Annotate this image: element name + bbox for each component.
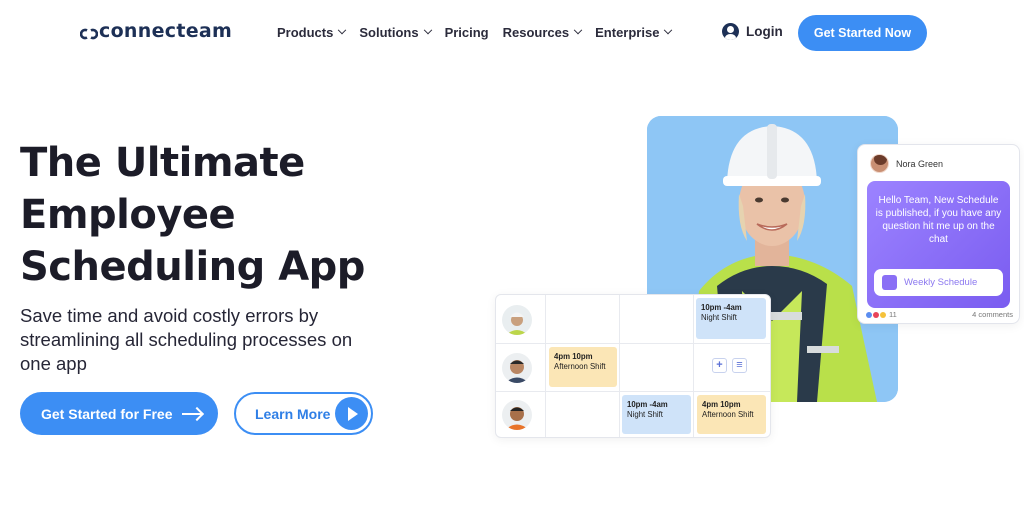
chat-footer: 11 4 comments bbox=[866, 310, 1013, 319]
like-icon bbox=[866, 311, 872, 318]
heart-icon bbox=[873, 311, 879, 318]
main-menu: Products Solutions Pricing Resources Ent… bbox=[277, 25, 685, 40]
reactions[interactable]: 11 bbox=[866, 310, 897, 319]
hero-title: The Ultimate Employee Scheduling App bbox=[20, 137, 380, 293]
learn-more-label: Learn More bbox=[255, 405, 331, 422]
nav-products-label: Products bbox=[277, 25, 334, 40]
learn-more-button[interactable]: Learn More bbox=[234, 392, 373, 435]
employee-avatar bbox=[502, 400, 532, 430]
grid-divider bbox=[693, 295, 694, 437]
connecteam-logo[interactable]: connecteam bbox=[79, 20, 233, 42]
menu-icon[interactable]: ≡ bbox=[732, 358, 747, 373]
comments-count[interactable]: 4 comments bbox=[972, 310, 1013, 319]
chat-author: Nora Green bbox=[870, 154, 943, 173]
add-shift-button[interactable]: + bbox=[712, 358, 727, 373]
grid-divider bbox=[545, 295, 546, 437]
play-icon bbox=[335, 397, 368, 430]
shift-block[interactable]: 4pm 10pm Afternoon Shift bbox=[697, 395, 766, 434]
login-link[interactable]: Login bbox=[722, 23, 783, 40]
reaction-count: 11 bbox=[889, 310, 897, 319]
shift-name: Afternoon Shift bbox=[554, 362, 606, 371]
chat-message-bubble: Hello Team, New Schedule is published, i… bbox=[867, 181, 1010, 308]
nav-enterprise[interactable]: Enterprise bbox=[595, 25, 673, 40]
login-label: Login bbox=[746, 24, 783, 39]
employee-avatar bbox=[502, 305, 532, 335]
grid-divider bbox=[496, 391, 770, 392]
employee-avatar bbox=[502, 353, 532, 383]
avatar bbox=[870, 154, 889, 173]
get-started-free-label: Get Started for Free bbox=[41, 405, 173, 422]
logo-mark-icon bbox=[79, 24, 99, 40]
hero-title-line: Scheduling App bbox=[20, 244, 365, 290]
shift-name: Night Shift bbox=[627, 410, 663, 419]
schedule-grid: 10pm -4am Night Shift 4pm 10pm Afternoon… bbox=[495, 294, 771, 438]
grid-divider bbox=[619, 295, 620, 437]
weekly-schedule-attachment[interactable]: Weekly Schedule bbox=[874, 269, 1003, 296]
shift-block[interactable]: 4pm 10pm Afternoon Shift bbox=[549, 347, 617, 387]
chevron-down-icon bbox=[423, 25, 432, 34]
nav-resources[interactable]: Resources bbox=[502, 25, 583, 40]
calendar-icon bbox=[882, 275, 897, 290]
author-name: Nora Green bbox=[896, 158, 944, 169]
nav-pricing[interactable]: Pricing bbox=[445, 25, 489, 40]
nav-products[interactable]: Products bbox=[277, 25, 347, 40]
nav-solutions-label: Solutions bbox=[359, 25, 419, 40]
attachment-label: Weekly Schedule bbox=[904, 277, 978, 288]
nav-pricing-label: Pricing bbox=[444, 25, 489, 40]
chat-card: Nora Green Hello Team, New Schedule is p… bbox=[857, 144, 1020, 324]
chat-message-text: Hello Team, New Schedule is published, i… bbox=[875, 195, 1002, 245]
wow-icon bbox=[880, 311, 886, 318]
shift-time: 4pm 10pm bbox=[702, 400, 741, 409]
logo-text: connecteam bbox=[99, 20, 233, 42]
shift-time: 10pm -4am bbox=[627, 400, 668, 409]
get-started-free-button[interactable]: Get Started for Free bbox=[20, 392, 218, 435]
hero-title-line: The Ultimate bbox=[20, 140, 305, 186]
shift-name: Afternoon Shift bbox=[702, 410, 754, 419]
nav-solutions[interactable]: Solutions bbox=[359, 25, 432, 40]
shift-block[interactable]: 10pm -4am Night Shift bbox=[622, 395, 691, 434]
nav-resources-label: Resources bbox=[502, 25, 570, 40]
arrow-right-icon bbox=[182, 412, 203, 415]
chevron-down-icon bbox=[338, 25, 347, 34]
hero-subtitle: Save time and avoid costly errors by str… bbox=[20, 305, 353, 374]
get-started-now-button[interactable]: Get Started Now bbox=[798, 15, 927, 51]
shift-block[interactable]: 10pm -4am Night Shift bbox=[696, 298, 766, 339]
chevron-down-icon bbox=[664, 25, 673, 34]
shift-name: Night Shift bbox=[701, 313, 737, 322]
top-navigation: connecteam Products Solutions Pricing Re… bbox=[0, 0, 1024, 66]
shift-time: 4pm 10pm bbox=[554, 352, 593, 361]
grid-divider bbox=[496, 343, 770, 344]
user-icon bbox=[722, 23, 739, 40]
shift-time: 10pm -4am bbox=[701, 303, 742, 312]
chevron-down-icon bbox=[573, 25, 583, 34]
hero-title-line: Employee bbox=[20, 192, 236, 238]
nav-enterprise-label: Enterprise bbox=[595, 25, 660, 40]
